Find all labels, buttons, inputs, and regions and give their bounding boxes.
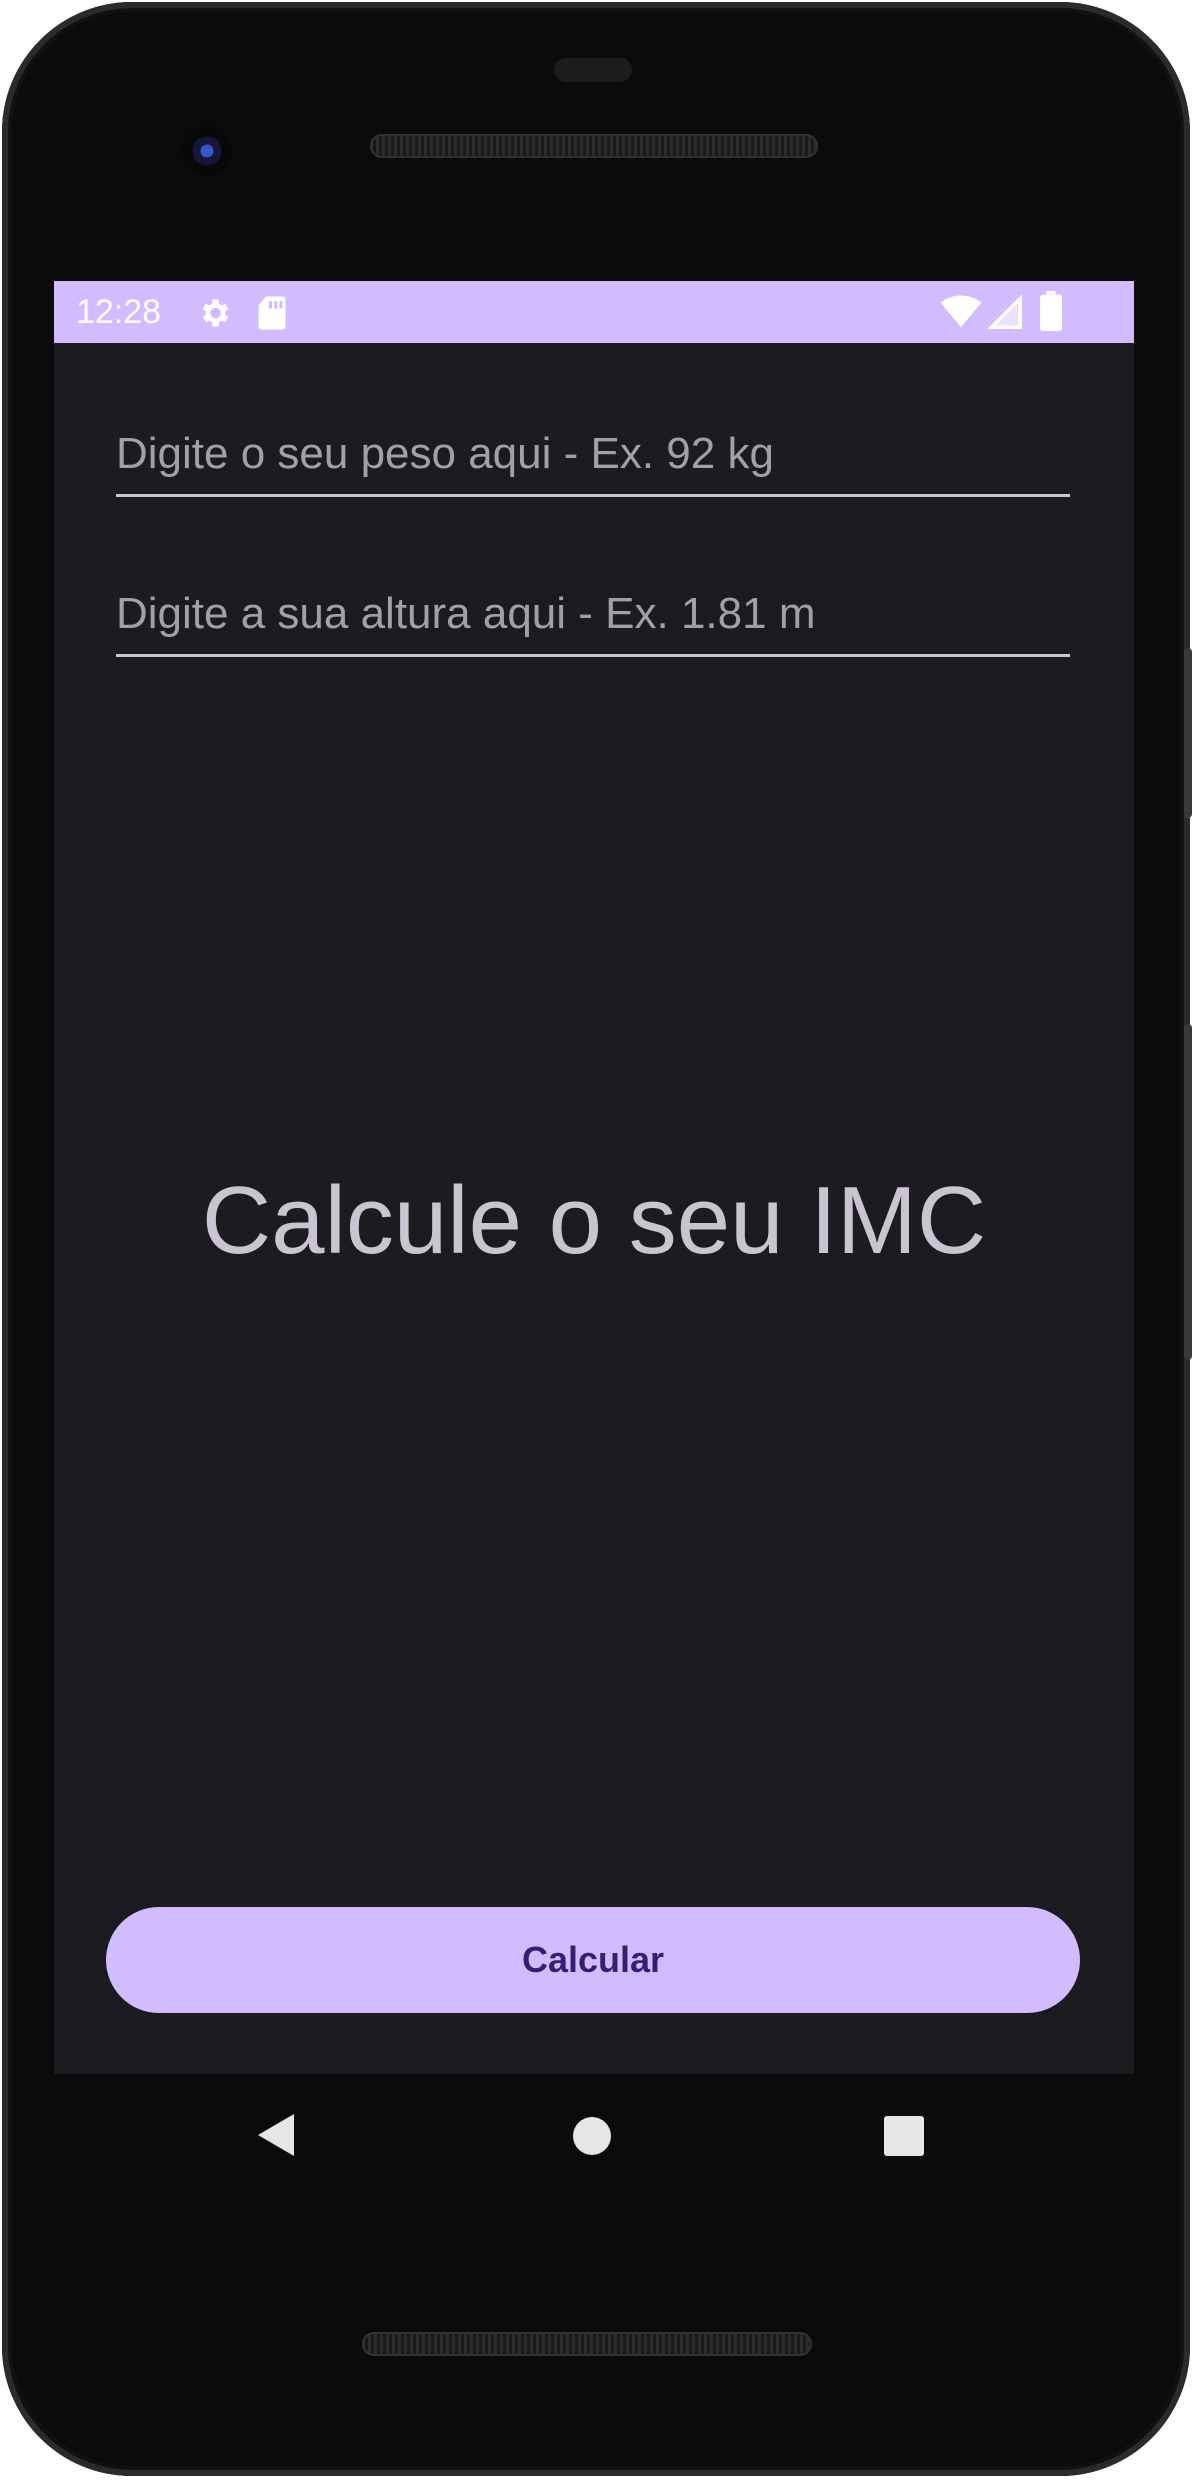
sd-card-icon	[257, 295, 287, 336]
weight-input[interactable]	[116, 414, 1070, 494]
app-screen: 12:28 Digite o seu peso aqui - Ex. 92 kg…	[54, 281, 1134, 2074]
status-time: 12:28	[76, 293, 162, 331]
home-icon[interactable]	[572, 2116, 612, 2161]
calculate-button[interactable]: Calcular	[106, 1907, 1080, 2013]
weight-field	[116, 414, 1070, 497]
gear-icon	[196, 295, 232, 336]
volume-button	[1184, 1024, 1192, 1360]
bottom-speaker	[362, 2332, 812, 2356]
wifi-icon	[940, 295, 982, 334]
height-input[interactable]	[116, 574, 1070, 654]
back-icon[interactable]	[256, 2112, 296, 2163]
recents-icon[interactable]	[884, 2116, 924, 2161]
result-title: Calcule o seu IMC	[201, 1167, 987, 1274]
power-button	[1184, 648, 1192, 818]
battery-icon	[1040, 291, 1062, 336]
height-field	[116, 574, 1070, 657]
top-speaker	[370, 134, 818, 158]
proximity-sensor	[554, 58, 632, 82]
phone-frame: 12:28 Digite o seu peso aqui - Ex. 92 kg…	[2, 2, 1192, 2476]
front-camera	[182, 126, 232, 176]
status-bar: 12:28	[54, 281, 1134, 343]
cell-signal-icon	[987, 294, 1022, 334]
